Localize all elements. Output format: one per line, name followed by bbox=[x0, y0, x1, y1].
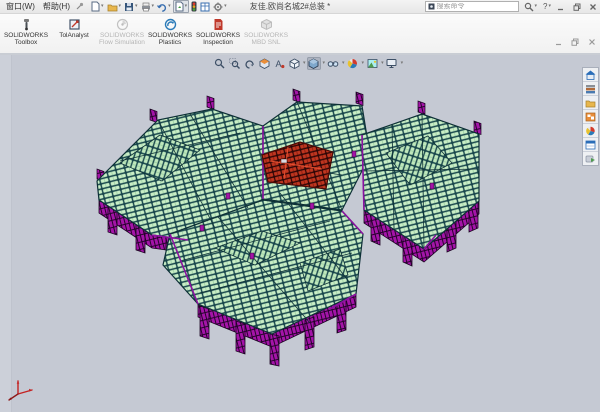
apply-scene-icon[interactable] bbox=[365, 57, 379, 70]
mbd-snl-icon bbox=[259, 17, 274, 31]
flow-simulation-icon bbox=[115, 17, 130, 31]
minimize-button[interactable] bbox=[556, 2, 565, 11]
window-controls bbox=[556, 2, 597, 11]
document-window-controls bbox=[555, 33, 596, 51]
appearances-scenes-tab[interactable] bbox=[583, 124, 598, 138]
quick-toolbar: ▾ ▾ ▾ ▾ ▾ ▾ ▾ bbox=[90, 0, 228, 13]
command-search[interactable] bbox=[425, 1, 519, 12]
menu-window[interactable]: 窗口(W) bbox=[3, 1, 38, 12]
view-settings-icon[interactable] bbox=[385, 57, 399, 70]
reference-triad bbox=[9, 381, 32, 400]
menu-help[interactable]: 帮助(H) bbox=[40, 1, 73, 12]
dynamic-annotation-icon[interactable]: A bbox=[272, 57, 286, 70]
ribbon-button-solidworks-toolbox[interactable]: SOLIDWORKS Toolbox bbox=[2, 15, 50, 47]
grid-view-button[interactable] bbox=[199, 1, 211, 12]
titlebar-right: ▾ ?▾ bbox=[425, 1, 597, 12]
tolanalyst-icon bbox=[67, 17, 82, 31]
rebuild-button[interactable]: ▾ bbox=[173, 0, 190, 13]
previous-view-icon[interactable] bbox=[242, 57, 256, 70]
section-view-icon[interactable] bbox=[257, 57, 271, 70]
headsup-view-toolbar: A ▾ ▾ ▾ ▾ ▾ ▾ bbox=[212, 57, 403, 70]
ribbon-button-label: TolAnalyst bbox=[59, 32, 89, 39]
core-opening bbox=[281, 159, 287, 163]
help-button[interactable]: ?▾ bbox=[542, 1, 552, 12]
ribbon-button-flow-simulation: SOLIDWORKS Flow Simulation bbox=[98, 15, 146, 47]
ribbon-button-label: SOLIDWORKS Plastics bbox=[146, 32, 194, 47]
inspection-icon bbox=[211, 17, 226, 31]
traffic-light-icon[interactable] bbox=[190, 1, 198, 12]
ribbon-button-label: SOLIDWORKS Inspection bbox=[194, 32, 242, 47]
forum-tab[interactable] bbox=[583, 152, 598, 165]
task-pane-tabs bbox=[582, 67, 599, 166]
building-formwork-model bbox=[97, 89, 481, 366]
solidworks-window: 窗口(W) 帮助(H) ▾ ▾ ▾ ▾ ▾ ▾ bbox=[0, 0, 600, 412]
view-palette-tab[interactable] bbox=[583, 110, 598, 124]
design-library-tab[interactable] bbox=[583, 82, 598, 96]
doc-restore-button[interactable] bbox=[571, 33, 579, 51]
ribbon-button-plastics[interactable]: SOLIDWORKS Plastics bbox=[146, 15, 194, 47]
titlebar: 窗口(W) 帮助(H) ▾ ▾ ▾ ▾ ▾ ▾ bbox=[0, 0, 600, 14]
model-3d-view[interactable] bbox=[0, 55, 600, 412]
close-button[interactable] bbox=[588, 2, 597, 11]
edit-appearance-icon[interactable] bbox=[346, 57, 360, 70]
solidworks-logo-icon bbox=[428, 3, 435, 10]
search-magnifier-icon[interactable]: ▾ bbox=[523, 1, 539, 12]
undo-button[interactable]: ▾ bbox=[156, 1, 172, 12]
ribbon-button-mbd-snl: SOLIDWORKS MBD SNL bbox=[242, 15, 290, 47]
restore-button[interactable] bbox=[572, 2, 581, 11]
search-input[interactable] bbox=[437, 3, 501, 10]
hide-show-items-icon[interactable] bbox=[326, 57, 340, 70]
custom-properties-tab[interactable] bbox=[583, 138, 598, 152]
new-document-button[interactable]: ▾ bbox=[90, 1, 105, 12]
ribbon-button-inspection[interactable]: SOLIDWORKS Inspection bbox=[194, 15, 242, 47]
zoom-to-fit-icon[interactable] bbox=[212, 57, 226, 70]
ribbon-button-label: SOLIDWORKS MBD SNL bbox=[242, 32, 290, 47]
pin-icon[interactable] bbox=[75, 2, 84, 11]
graphics-viewport[interactable]: A ▾ ▾ ▾ ▾ ▾ ▾ bbox=[0, 55, 600, 412]
doc-minimize-button[interactable] bbox=[555, 33, 562, 51]
plastics-icon bbox=[163, 17, 178, 31]
display-style-icon[interactable] bbox=[307, 57, 321, 70]
file-explorer-tab[interactable] bbox=[583, 96, 598, 110]
ribbon-button-label: SOLIDWORKS Flow Simulation bbox=[98, 32, 146, 47]
open-button[interactable]: ▾ bbox=[106, 1, 123, 12]
save-button[interactable]: ▾ bbox=[123, 1, 139, 12]
ribbon-button-label: SOLIDWORKS Toolbox bbox=[2, 32, 50, 47]
options-gear-button[interactable]: ▾ bbox=[212, 1, 228, 12]
view-orientation-icon[interactable] bbox=[287, 57, 301, 70]
zoom-to-area-icon[interactable] bbox=[227, 57, 241, 70]
doc-close-button[interactable] bbox=[588, 33, 596, 51]
solidworks-resources-tab[interactable] bbox=[583, 68, 598, 82]
svg-text:A: A bbox=[275, 59, 281, 69]
ribbon-button-tolanalyst[interactable]: TolAnalyst bbox=[50, 15, 98, 39]
toolbox-icon bbox=[19, 17, 34, 31]
print-button[interactable]: ▾ bbox=[140, 1, 156, 12]
ribbon-addins: SOLIDWORKS Toolbox TolAnalyst SOLIDWORKS… bbox=[0, 14, 600, 55]
